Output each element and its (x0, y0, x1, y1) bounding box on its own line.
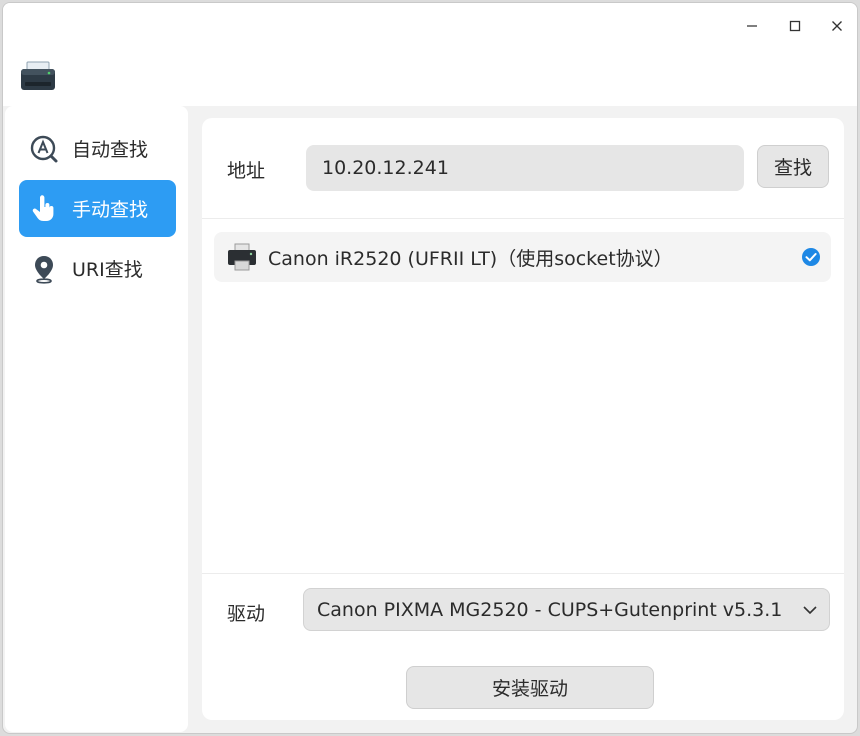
printer-result-row[interactable]: Canon iR2520 (UFRII LT)（使用socket协议） (214, 232, 831, 282)
printer-window: 自动查找 手动查找 URI查找 地址 10.20.12.241 查找 Canon… (2, 2, 858, 734)
checkmark-icon (802, 248, 820, 266)
divider (202, 573, 844, 574)
driver-select[interactable]: Canon PIXMA MG2520 - CUPS+Gutenprint v5.… (303, 588, 830, 631)
close-icon (832, 21, 842, 31)
sidebar-item-auto-search[interactable]: 自动查找 (19, 120, 176, 177)
driver-value: Canon PIXMA MG2520 - CUPS+Gutenprint v5.… (317, 598, 783, 621)
divider (202, 218, 844, 219)
hand-pointer-icon (29, 194, 59, 224)
maximize-button[interactable] (777, 13, 813, 39)
address-input[interactable]: 10.20.12.241 (306, 145, 744, 191)
sidebar-item-uri-search[interactable]: URI查找 (19, 240, 176, 297)
sidebar-item-label: 自动查找 (72, 139, 149, 161)
sidebar-item-label: URI查找 (72, 259, 143, 281)
printer-app-icon (21, 61, 55, 90)
location-pin-icon (29, 254, 59, 284)
printer-name: Canon iR2520 (UFRII LT)（使用socket协议） (268, 247, 673, 270)
sidebar-item-manual-search[interactable]: 手动查找 (19, 180, 176, 237)
maximize-icon (789, 20, 801, 32)
minimize-button[interactable] (734, 13, 770, 39)
auto-search-icon (29, 134, 59, 164)
close-button[interactable] (819, 13, 855, 39)
install-driver-button[interactable]: 安装驱动 (406, 666, 654, 709)
find-button[interactable]: 查找 (757, 145, 829, 188)
sidebar-item-label: 手动查找 (72, 199, 149, 221)
printer-icon (228, 243, 256, 271)
chevron-down-icon (803, 606, 817, 615)
address-label: 地址 (227, 160, 266, 182)
minimize-icon (747, 25, 757, 27)
sidebar: 自动查找 手动查找 URI查找 (5, 106, 188, 732)
manual-search-panel: 地址 10.20.12.241 查找 Canon iR2520 (UFRII L… (202, 118, 844, 720)
driver-label: 驱动 (227, 603, 266, 625)
titlebar (3, 3, 857, 106)
address-value: 10.20.12.241 (322, 157, 449, 179)
